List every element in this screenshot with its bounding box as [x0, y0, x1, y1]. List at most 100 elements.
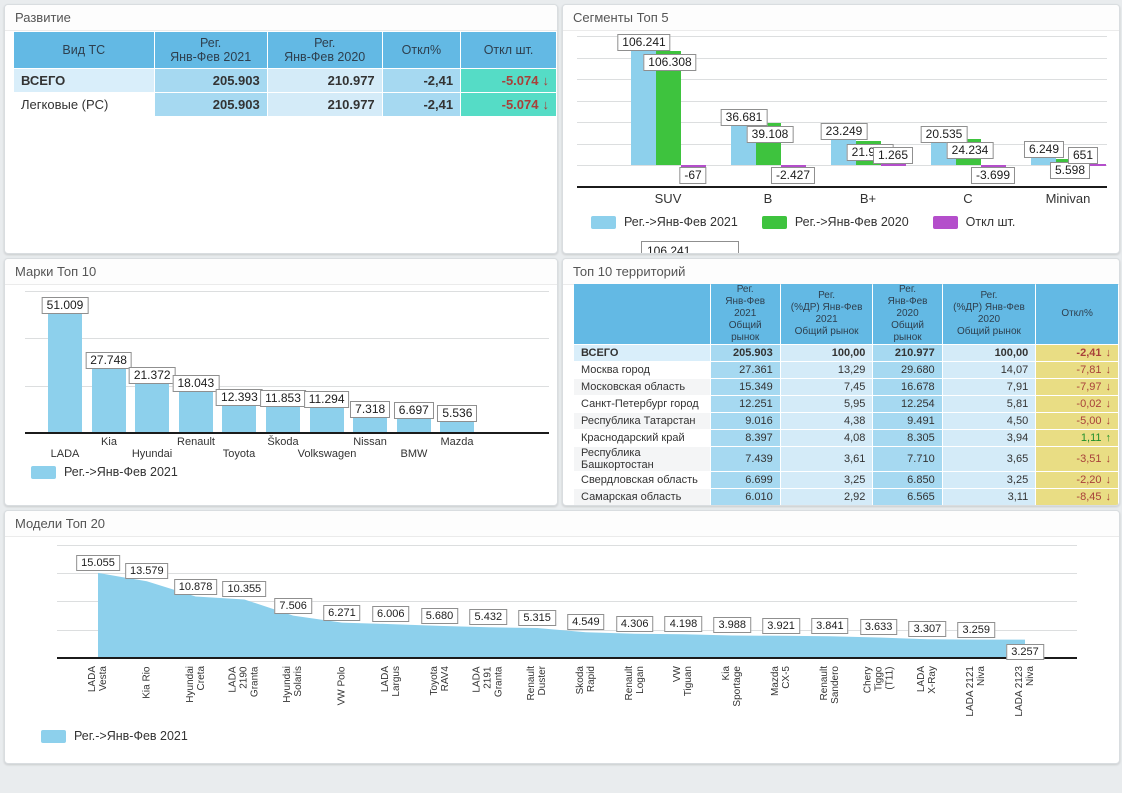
value-label: 1.265 — [873, 147, 913, 164]
bar-LADA[interactable] — [48, 312, 82, 433]
value-cell: 13,29 — [781, 362, 873, 378]
value-label: 106.241 — [617, 34, 670, 51]
legend-label: Рег.->Янв-Фев 2021 — [624, 215, 738, 229]
x-axis — [577, 186, 1107, 188]
value-cell: 4,08 — [781, 430, 873, 446]
models-chart[interactable]: 15.055LADA Vesta13.579Kia Rio10.878Hyund… — [5, 511, 1119, 763]
value-label: 3.988 — [714, 617, 752, 633]
value-cell: 205.903 — [711, 345, 780, 361]
table-row[interactable]: Санкт-Петербург город12.2515,9512.2545,8… — [574, 396, 1118, 412]
area-series[interactable] — [5, 511, 1119, 763]
deviation-cell: -5,00↓ — [1036, 413, 1118, 429]
legend-label: Рег.->Янв-Фев 2021 — [74, 729, 188, 743]
value-label: 10.878 — [174, 579, 218, 595]
bar-Škoda[interactable] — [266, 405, 300, 433]
legend-swatch — [762, 216, 787, 229]
value-label: 24.234 — [947, 142, 994, 159]
legend-swatch — [591, 216, 616, 229]
grid-line — [577, 165, 1107, 166]
x-axis-label: LADA Vesta — [87, 666, 109, 738]
deviation-cell: -5.074↓ — [461, 69, 556, 92]
x-axis-label: LADA 2191 Granta — [472, 667, 505, 739]
table-row[interactable]: Краснодарский край8.3974,088.3053,941,11… — [574, 430, 1118, 446]
legend-swatch — [933, 216, 958, 229]
value-label: 39.108 — [747, 126, 794, 143]
x-axis-label: Volkswagen — [298, 448, 357, 460]
bar-Volkswagen[interactable] — [310, 406, 344, 433]
table-row[interactable]: ВСЕГО205.903100,00210.977100,00-2,41↓ — [574, 345, 1118, 361]
value-cell: 29.680 — [873, 362, 941, 378]
value-cell: 8.397 — [711, 430, 780, 446]
legend-item[interactable]: Откл шт. — [933, 215, 1016, 229]
legend-label: Откл шт. — [966, 215, 1016, 229]
bar-BMW[interactable] — [397, 417, 431, 433]
value-cell: 14,07 — [943, 362, 1036, 378]
value-cell: 5,95 — [781, 396, 873, 412]
value-cell: 4,50 — [943, 413, 1036, 429]
value-cell: 100,00 — [781, 345, 873, 361]
legend-item[interactable]: Рег.->Янв-Фев 2021 — [591, 215, 738, 229]
x-axis-label: Renault — [177, 436, 215, 448]
value-label: 5.598 — [1050, 162, 1090, 179]
column-header: Вид ТС — [14, 32, 154, 68]
arrow-down-icon: ↓ — [1106, 398, 1112, 410]
value-label: -67 — [679, 167, 706, 184]
dashboard: Развитие Вид ТСРег.Янв-Фев 2021Рег.Янв-Ф… — [0, 0, 1122, 793]
value-cell: 12.251 — [711, 396, 780, 412]
bar-Renault[interactable] — [179, 390, 213, 433]
bar-Hyundai[interactable] — [135, 382, 169, 433]
column-header — [574, 284, 710, 344]
bar-Nissan[interactable] — [353, 416, 387, 433]
bar-Toyota[interactable] — [222, 404, 256, 433]
arrow-down-icon: ↓ — [1106, 347, 1112, 359]
row-label: ВСЕГО — [574, 345, 710, 361]
x-axis-label: Hyundai Solaris — [282, 666, 304, 738]
x-axis-label: C — [963, 191, 972, 206]
bar-B+-s2[interactable] — [881, 164, 906, 166]
development-table: Вид ТСРег.Янв-Фев 2021Рег.Янв-Фев 2020От… — [13, 31, 557, 117]
row-label: Самарская область — [574, 489, 710, 505]
table-row[interactable]: Республика Башкортостан7.4393,617.7103,6… — [574, 447, 1118, 471]
x-axis-label: LADA X-Ray — [916, 666, 938, 738]
territories-table: Рег.Янв-Фев 2021Общий рынокРег.(%ДР) Янв… — [573, 283, 1119, 506]
legend-item[interactable]: Рег.->Янв-Фев 2020 — [762, 215, 909, 229]
table-row[interactable]: Легковые (PC)205.903210.977-2,41-5.074↓ — [14, 93, 556, 116]
value-cell: 12.254 — [873, 396, 941, 412]
value-cell: 6.850 — [873, 472, 941, 488]
arrow-down-icon: ↓ — [1106, 491, 1112, 503]
arrow-down-icon: ↓ — [1106, 453, 1112, 465]
deviation-cell: 1,11↑ — [1036, 430, 1118, 446]
territories-body: Рег.Янв-Фев 2021Общий рынокРег.(%ДР) Янв… — [563, 259, 1119, 505]
table-row[interactable]: Московская область15.3497,4516.6787,91-7… — [574, 379, 1118, 395]
brands-legend: Рег.->Янв-Фев 2021 — [31, 465, 178, 479]
x-axis-label: Mazda CX-5 — [770, 666, 792, 738]
value-cell: 7,45 — [781, 379, 873, 395]
table-row[interactable]: Республика Татарстан9.0164,389.4914,50-5… — [574, 413, 1118, 429]
value-label: 6.006 — [372, 606, 410, 622]
value-cell: 15.349 — [711, 379, 780, 395]
value-label: 7.506 — [274, 598, 312, 614]
row-label: Московская область — [574, 379, 710, 395]
panel-brands: Марки Топ 10 51.009LADA27.748Kia21.372Hy… — [4, 258, 558, 506]
header-row: Вид ТСРег.Янв-Фев 2021Рег.Янв-Фев 2020От… — [14, 32, 556, 68]
legend-item[interactable]: Рег.->Янв-Фев 2021 — [31, 465, 178, 479]
deviation-cell: -7,81↓ — [1036, 362, 1118, 378]
table-row[interactable]: ВСЕГО205.903210.977-2,41-5.074↓ — [14, 69, 556, 92]
legend-item[interactable]: Рег.->Янв-Фев 2021 — [41, 729, 188, 743]
x-axis — [57, 657, 1077, 659]
arrow-down-icon: ↓ — [1106, 474, 1112, 486]
x-axis-label: Škoda — [267, 436, 298, 448]
column-header: Рег.Янв-Фев 2021Общий рынок — [711, 284, 780, 344]
column-header: Рег.Янв-Фев 2020Общий рынок — [873, 284, 941, 344]
x-axis-label: LADA 2123 Niva — [1014, 666, 1036, 738]
arrow-up-icon: ↑ — [1106, 432, 1112, 444]
table-row[interactable]: Свердловская область6.6993,256.8503,25-2… — [574, 472, 1118, 488]
table-row[interactable]: Самарская область6.0102,926.5653,11-8,45… — [574, 489, 1118, 505]
x-axis-label: Renault Duster — [526, 666, 548, 738]
models-legend: Рег.->Янв-Фев 2021 — [41, 729, 188, 743]
bar-Kia[interactable] — [92, 367, 126, 433]
x-axis-label: Hyundai Creta — [185, 666, 207, 738]
row-label: Свердловская область — [574, 472, 710, 488]
value-label: 3.841 — [811, 618, 849, 634]
table-row[interactable]: Москва город27.36113,2929.68014,07-7,81↓ — [574, 362, 1118, 378]
